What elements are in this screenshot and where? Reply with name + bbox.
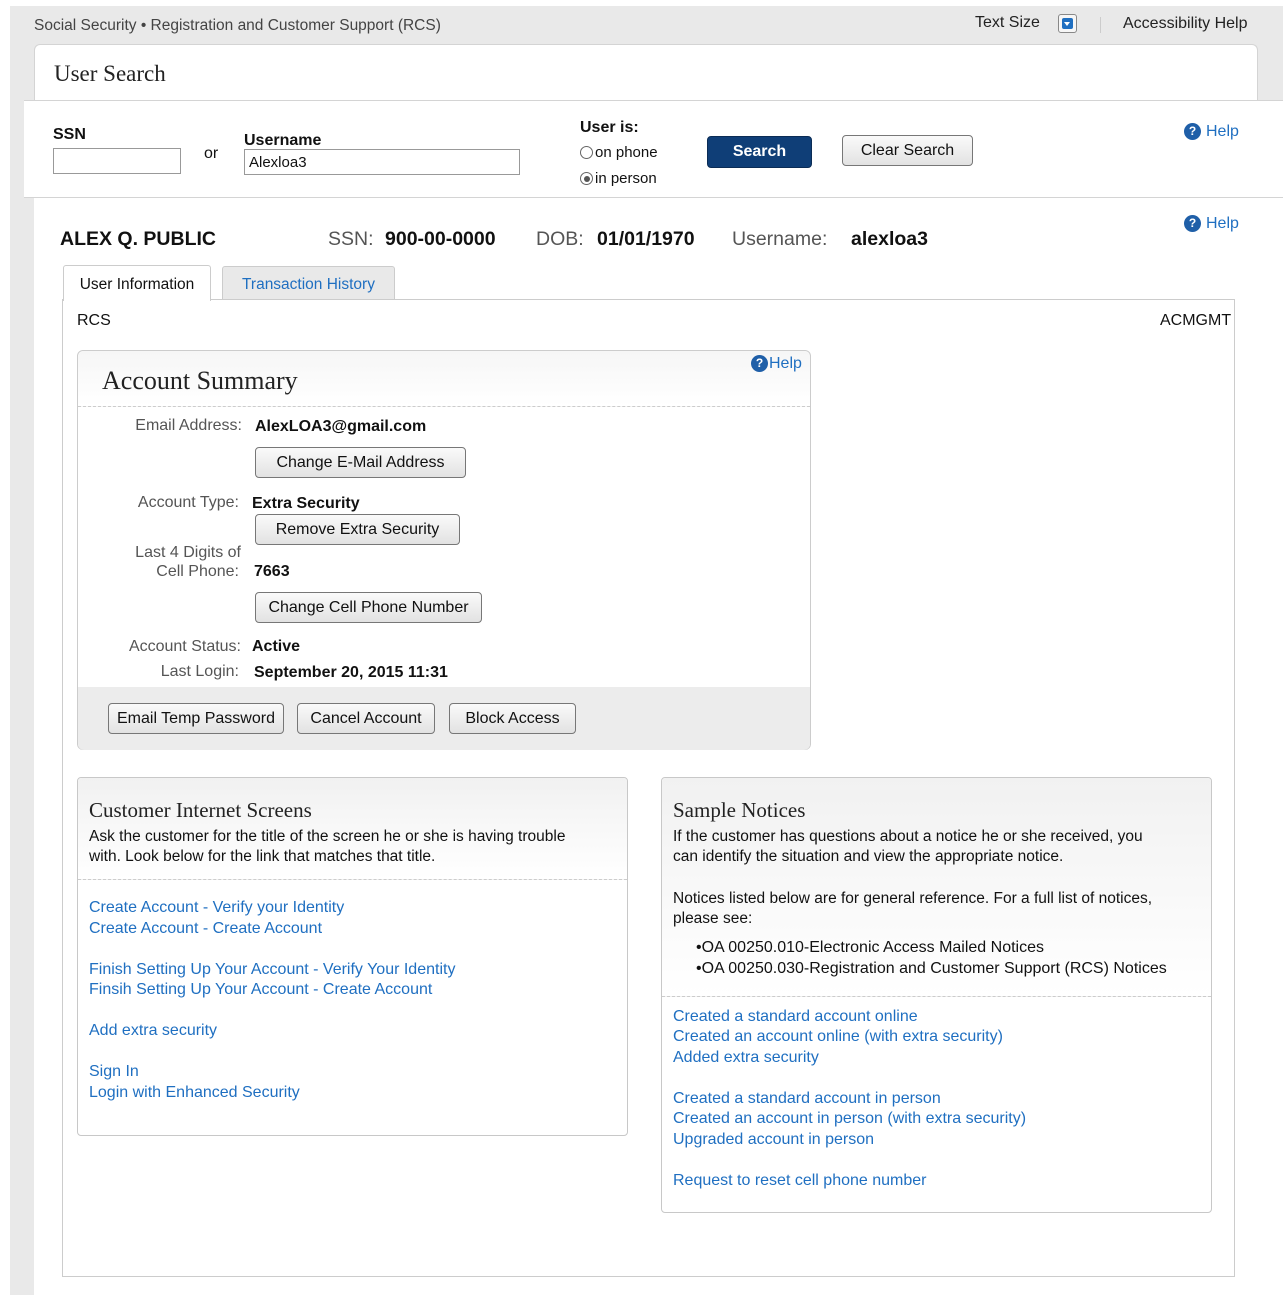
notice-reference-2: •OA 00250.030-Registration and Customer …	[696, 960, 1167, 977]
radio-selected-icon	[580, 172, 593, 185]
user-is-label: User is:	[580, 119, 639, 136]
link-account-online-extra-security[interactable]: Created an account online (with extra se…	[673, 1028, 1003, 1046]
ssn-input[interactable]	[53, 148, 181, 174]
cancel-account-button[interactable]: Cancel Account	[297, 703, 435, 734]
text-size-dropdown-button[interactable]	[1058, 14, 1077, 33]
link-reset-cell-phone[interactable]: Request to reset cell phone number	[673, 1172, 926, 1190]
accessibility-help-link[interactable]: Accessibility Help	[1123, 15, 1247, 33]
change-cell-phone-button[interactable]: Change Cell Phone Number	[255, 592, 482, 623]
tab-user-information[interactable]: User Information	[63, 265, 211, 301]
chevron-down-icon	[1062, 18, 1073, 29]
account-type-label: Account Type:	[137, 494, 239, 511]
cell-phone-label-line1: Last 4 Digits of	[135, 544, 241, 561]
link-sign-in[interactable]: Sign In	[89, 1063, 139, 1081]
radio-in-person[interactable]: in person	[580, 170, 657, 187]
link-standard-account-in-person[interactable]: Created a standard account in person	[673, 1090, 941, 1108]
username-input[interactable]	[244, 149, 520, 175]
account-status-value: Active	[252, 638, 301, 655]
search-form: SSN or Username User is: on phone in per…	[24, 100, 1283, 198]
radio-icon	[580, 146, 593, 159]
customer-screens-desc-line2: with. Look below for the link that match…	[89, 848, 436, 865]
acmgmt-label: ACMGMT	[1160, 312, 1232, 329]
search-help-label: Help	[1206, 123, 1239, 140]
or-label: or	[204, 145, 219, 162]
radio-on-phone[interactable]: on phone	[580, 144, 658, 161]
account-summary-help-label: Help	[769, 355, 802, 372]
block-access-button[interactable]: Block Access	[449, 703, 576, 734]
username-label: Username	[244, 132, 322, 149]
radio-on-phone-label: on phone	[595, 144, 658, 161]
top-bar: Social Security • Registration and Custo…	[10, 6, 1283, 42]
account-type-value: Extra Security	[252, 495, 360, 512]
clear-search-button[interactable]: Clear Search	[842, 135, 973, 166]
link-finish-setup-verify[interactable]: Finish Setting Up Your Account - Verify …	[89, 961, 455, 979]
main-content: ALEX Q. PUBLIC SSN: 900-00-0000 DOB: 01/…	[34, 198, 1283, 1295]
last-login-label: Last Login:	[160, 663, 239, 680]
notice-reference-1: •OA 00250.010-Electronic Access Mailed N…	[696, 939, 1044, 956]
change-email-button[interactable]: Change E-Mail Address	[255, 447, 466, 478]
link-create-account-create[interactable]: Create Account - Create Account	[89, 920, 322, 938]
account-status-label: Account Status:	[128, 638, 241, 655]
account-summary-help-link[interactable]: ? Help	[751, 355, 802, 373]
email-label: Email Address:	[135, 417, 242, 434]
link-add-extra-security[interactable]: Add extra security	[89, 1022, 217, 1040]
cell-phone-digits: 7663	[254, 563, 290, 580]
dob-header-label: DOB:	[536, 228, 584, 250]
account-summary-panel: Account Summary ? Help Email Address: Ale…	[77, 350, 811, 750]
user-username: alexloa3	[851, 228, 928, 250]
user-search-header: User Search	[34, 44, 1258, 100]
user-help-link[interactable]: ? Help	[1184, 215, 1239, 233]
account-actions-footer: Email Temp Password Cancel Account Block…	[78, 687, 810, 750]
user-ssn: 900-00-0000	[385, 228, 496, 250]
divider	[1100, 17, 1101, 33]
user-help-label: Help	[1206, 215, 1239, 232]
sample-notices-desc-line1: If the customer has questions about a no…	[673, 828, 1143, 845]
search-help-link[interactable]: ? Help	[1184, 123, 1239, 141]
app-title: Social Security • Registration and Custo…	[34, 17, 441, 34]
cell-phone-label-line2: Cell Phone:	[156, 563, 239, 580]
email-value: AlexLOA3@gmail.com	[255, 418, 427, 435]
help-icon: ?	[751, 355, 768, 372]
remove-extra-security-button[interactable]: Remove Extra Security	[255, 514, 460, 545]
account-summary-title: Account Summary	[102, 366, 298, 395]
link-finish-setup-create[interactable]: Finsih Setting Up Your Account - Create …	[89, 981, 432, 999]
link-login-enhanced-security[interactable]: Login with Enhanced Security	[89, 1084, 300, 1102]
link-account-in-person-extra-security[interactable]: Created an account in person (with extra…	[673, 1110, 1026, 1128]
customer-internet-screens-panel: Customer Internet Screens Ask the custom…	[77, 777, 628, 1136]
link-standard-account-online[interactable]: Created a standard account online	[673, 1008, 918, 1026]
tab-transaction-history[interactable]: Transaction History	[222, 266, 395, 300]
customer-screens-title: Customer Internet Screens	[89, 798, 312, 822]
sample-notices-desc-line4: please see:	[673, 910, 753, 927]
ssn-header-label: SSN:	[328, 228, 374, 250]
help-icon: ?	[1184, 215, 1201, 232]
account-summary-header: Account Summary ? Help	[78, 351, 810, 407]
link-upgraded-account-in-person[interactable]: Upgraded account in person	[673, 1131, 874, 1149]
page-title: User Search	[54, 61, 166, 86]
page-frame: Social Security • Registration and Custo…	[10, 6, 1283, 1295]
last-login-value: September 20, 2015 11:31	[254, 664, 448, 681]
email-temp-password-button[interactable]: Email Temp Password	[108, 703, 284, 734]
link-added-extra-security[interactable]: Added extra security	[673, 1049, 819, 1067]
username-header-label: Username:	[732, 228, 828, 250]
ssn-label: SSN	[53, 126, 86, 143]
radio-in-person-label: in person	[595, 170, 657, 187]
customer-screens-desc-line1: Ask the customer for the title of the sc…	[89, 828, 566, 845]
search-button[interactable]: Search	[707, 136, 812, 168]
user-dob: 01/01/1970	[597, 228, 695, 250]
sample-notices-panel: Sample Notices If the customer has quest…	[661, 777, 1212, 1213]
rcs-label: RCS	[77, 312, 111, 329]
help-icon: ?	[1184, 123, 1201, 140]
link-create-account-verify[interactable]: Create Account - Verify your Identity	[89, 899, 344, 917]
user-full-name: ALEX Q. PUBLIC	[60, 228, 217, 250]
sample-notices-title: Sample Notices	[673, 798, 806, 822]
text-size-label: Text Size	[975, 14, 1040, 31]
sample-notices-desc-line3: Notices listed below are for general ref…	[673, 890, 1153, 907]
sample-notices-desc-line2: can identify the situation and view the …	[673, 848, 1064, 865]
